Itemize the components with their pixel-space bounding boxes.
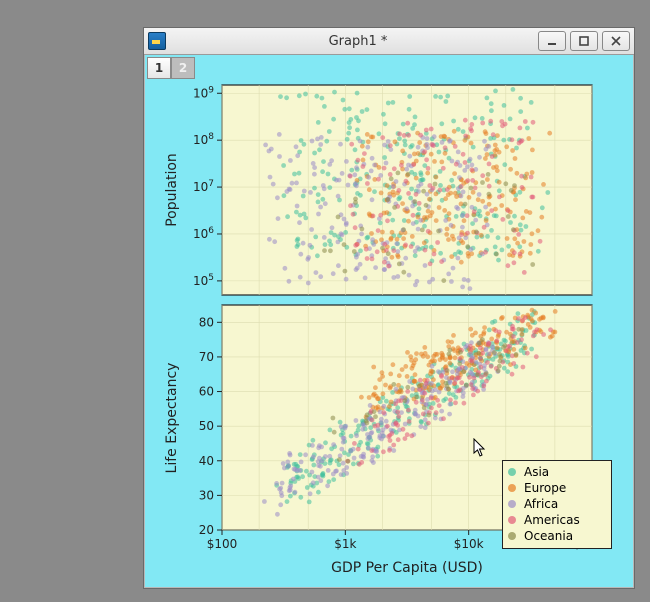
ylabel-top: Population — [164, 153, 180, 227]
app-icon — [148, 32, 166, 50]
svg-text:60: 60 — [199, 385, 214, 399]
titlebar: Graph1 * — [144, 28, 634, 55]
svg-text:40: 40 — [199, 454, 214, 468]
svg-text:106: 106 — [193, 226, 214, 241]
graph-window: Graph1 * 1 2 Po — [143, 27, 635, 589]
plot-area[interactable]: Population Life Expectancy GDP Per Capit… — [152, 80, 626, 580]
legend-item: Europe — [508, 480, 606, 496]
svg-text:108: 108 — [193, 132, 214, 147]
legend-item: Asia — [508, 464, 606, 480]
svg-text:50: 50 — [199, 419, 214, 433]
legend: Asia Europe Africa Americas Oceania — [502, 460, 612, 549]
svg-text:30: 30 — [199, 488, 214, 502]
close-button[interactable] — [602, 31, 630, 51]
minimize-icon — [546, 36, 558, 46]
svg-text:70: 70 — [199, 350, 214, 364]
svg-text:105: 105 — [193, 273, 214, 288]
window-title: Graph1 * — [172, 34, 544, 49]
legend-label: Africa — [524, 497, 558, 511]
maximize-icon — [578, 36, 590, 46]
legend-label: Oceania — [524, 529, 573, 543]
legend-item: Africa — [508, 496, 606, 512]
close-icon — [610, 36, 622, 46]
legend-swatch-icon — [508, 516, 516, 524]
window-buttons — [538, 31, 630, 51]
legend-swatch-icon — [508, 500, 516, 508]
tab-page-2[interactable]: 2 — [171, 57, 195, 79]
svg-text:107: 107 — [193, 179, 214, 194]
top-panel-bg — [222, 85, 592, 295]
legend-label: Americas — [524, 513, 580, 527]
xlabel: GDP Per Capita (USD) — [331, 560, 483, 576]
svg-text:$1k: $1k — [334, 537, 356, 551]
tab-page-1[interactable]: 1 — [147, 57, 171, 79]
legend-label: Europe — [524, 481, 566, 495]
svg-text:$100: $100 — [207, 537, 238, 551]
svg-text:80: 80 — [199, 315, 214, 329]
legend-label: Asia — [524, 465, 549, 479]
ylabel-bottom: Life Expectancy — [164, 363, 180, 474]
maximize-button[interactable] — [570, 31, 598, 51]
legend-swatch-icon — [508, 532, 516, 540]
svg-text:20: 20 — [199, 523, 214, 537]
legend-swatch-icon — [508, 484, 516, 492]
minimize-button[interactable] — [538, 31, 566, 51]
legend-swatch-icon — [508, 468, 516, 476]
legend-item: Americas — [508, 512, 606, 528]
svg-text:$10k: $10k — [454, 537, 484, 551]
legend-item: Oceania — [508, 528, 606, 544]
svg-text:109: 109 — [193, 85, 214, 100]
page-tabs: 1 2 — [147, 57, 195, 79]
